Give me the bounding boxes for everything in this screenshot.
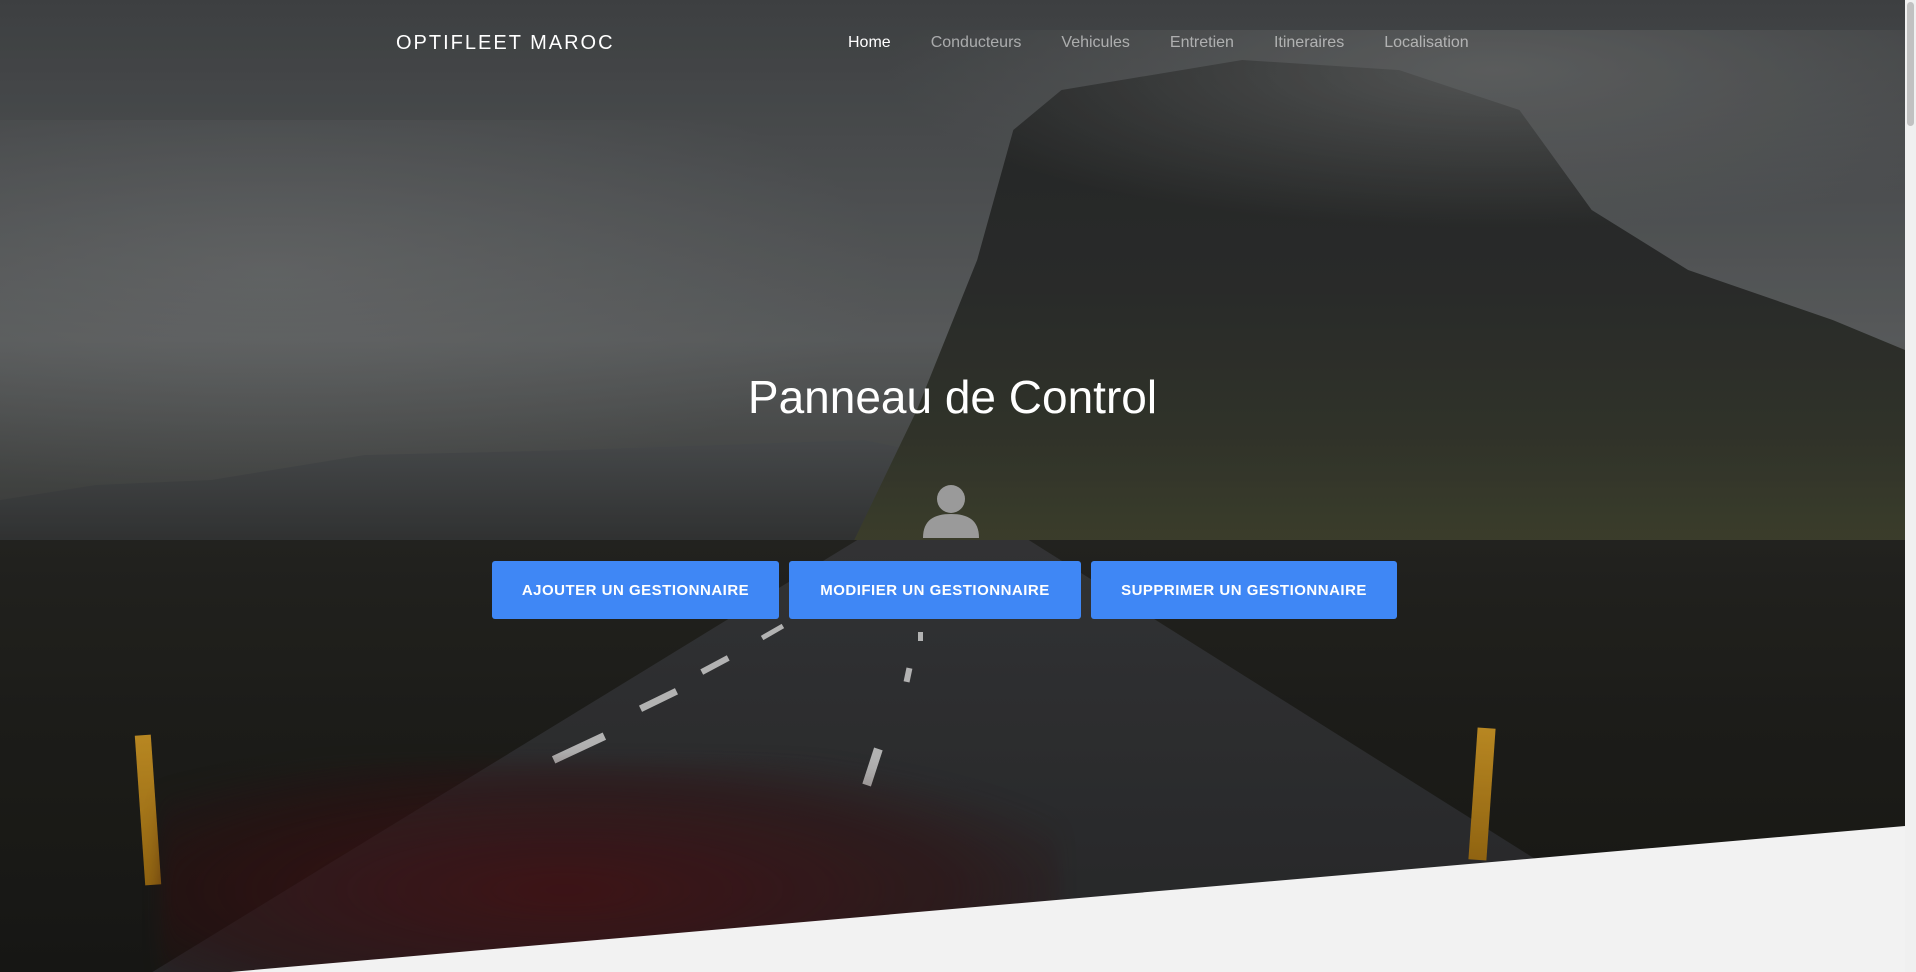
nav-localisation[interactable]: Localisation <box>1384 34 1469 52</box>
main-nav: Home Conducteurs Vehicules Entretien Iti… <box>848 34 1469 52</box>
add-manager-button[interactable]: AJOUTER UN GESTIONNAIRE <box>492 561 779 619</box>
user-icon <box>922 480 980 538</box>
hero-section: OPTIFLEET MAROC Home Conducteurs Vehicul… <box>0 0 1905 972</box>
action-buttons: AJOUTER UN GESTIONNAIRE MODIFIER UN GEST… <box>492 561 1397 619</box>
scrollbar[interactable] <box>1905 0 1916 972</box>
nav-home[interactable]: Home <box>848 34 891 52</box>
page: OPTIFLEET MAROC Home Conducteurs Vehicul… <box>0 0 1916 972</box>
nav-vehicules[interactable]: Vehicules <box>1061 34 1130 52</box>
brand-logo[interactable]: OPTIFLEET MAROC <box>396 32 615 55</box>
edit-manager-button[interactable]: MODIFIER UN GESTIONNAIRE <box>789 561 1081 619</box>
page-title: Panneau de Control <box>747 371 1158 423</box>
delete-manager-button[interactable]: SUPPRIMER UN GESTIONNAIRE <box>1091 561 1397 619</box>
nav-conducteurs[interactable]: Conducteurs <box>931 34 1022 52</box>
nav-entretien[interactable]: Entretien <box>1170 34 1234 52</box>
scrollbar-thumb[interactable] <box>1907 2 1914 126</box>
nav-itineraires[interactable]: Itineraires <box>1274 34 1344 52</box>
